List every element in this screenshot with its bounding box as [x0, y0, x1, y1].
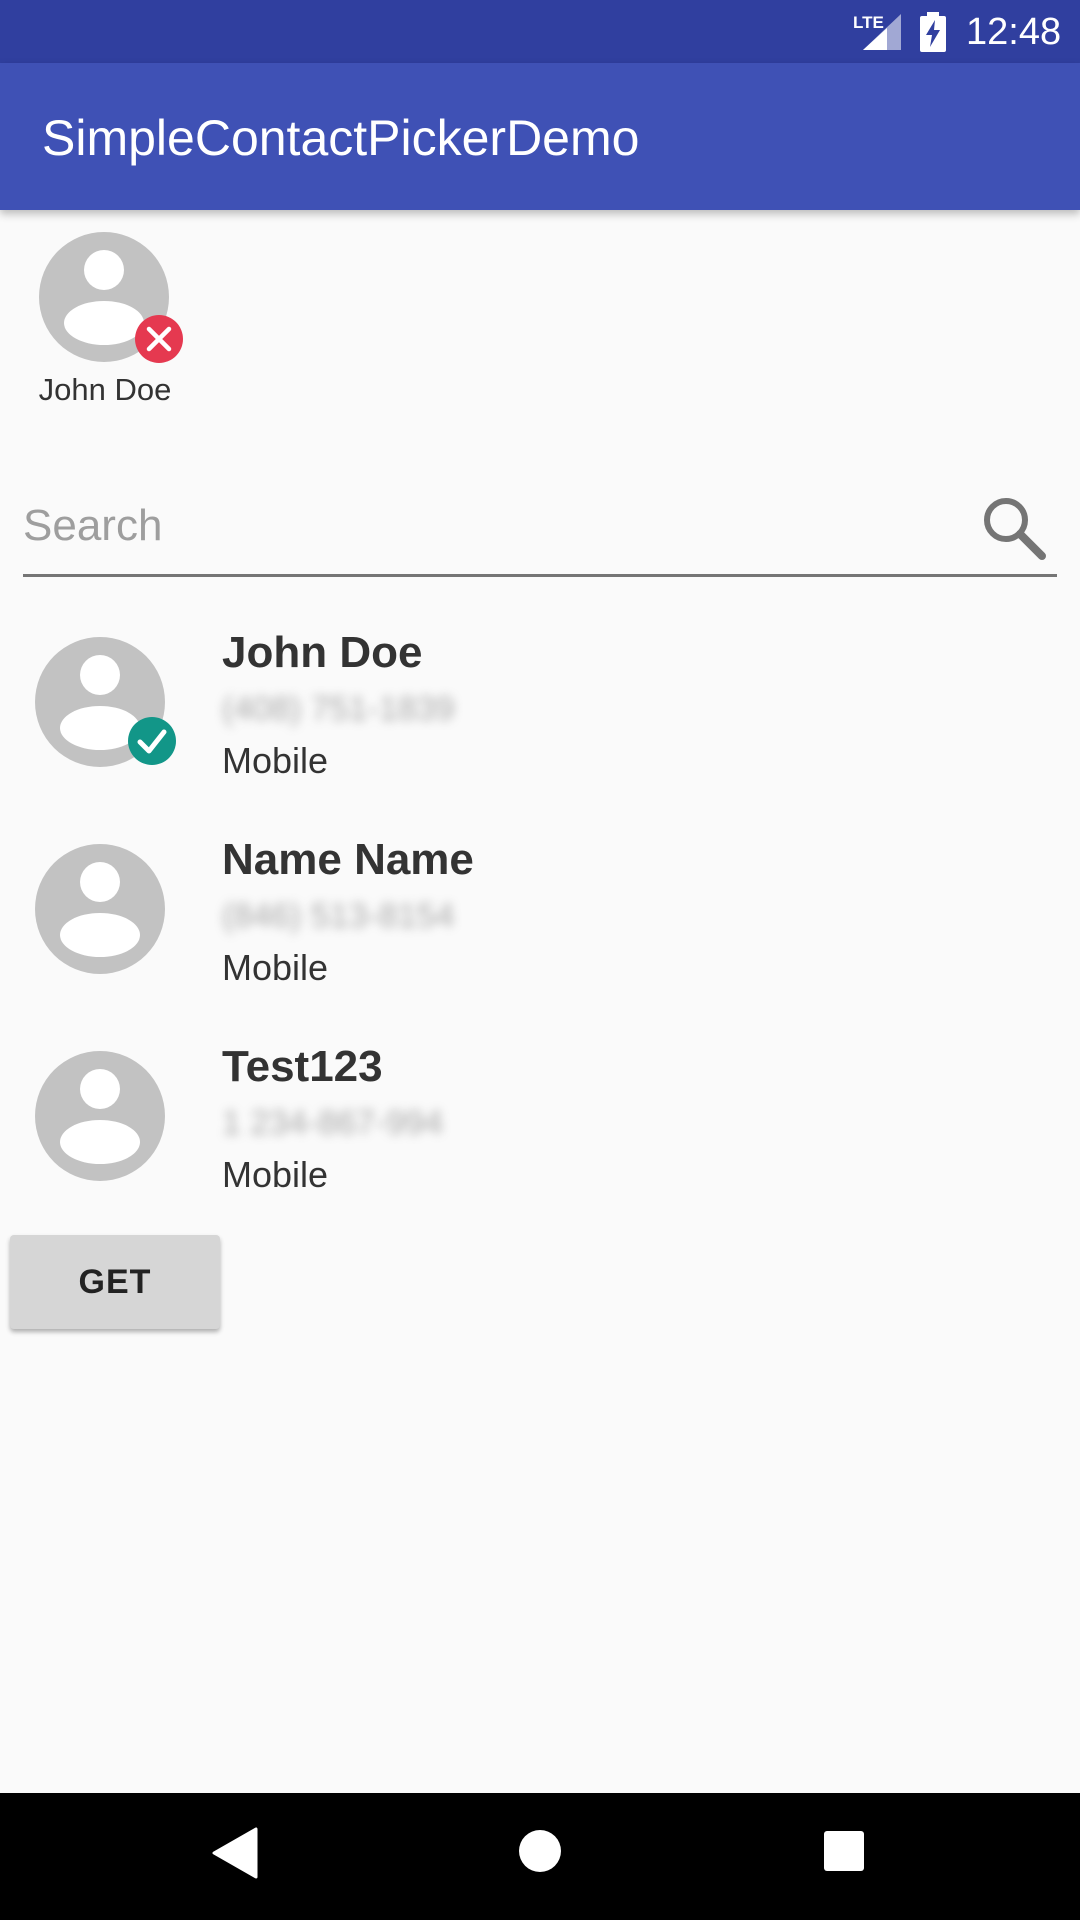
app-bar: SimpleContactPickerDemo	[0, 63, 1080, 210]
contact-phone: (408) 751-1839	[222, 690, 455, 728]
contact-phone-type: Mobile	[222, 947, 329, 988]
avatar	[35, 637, 176, 767]
person-icon	[60, 1069, 140, 1164]
recent-apps-icon[interactable]	[823, 1830, 865, 1872]
contact-phone: (846) 513-8154	[222, 897, 455, 935]
search-input[interactable]	[23, 490, 973, 562]
person-icon	[60, 862, 140, 957]
selected-contact-name: John Doe	[38, 372, 172, 407]
remove-contact-button[interactable]	[134, 314, 184, 364]
contact-phone: 1 234-867-994	[222, 1104, 444, 1142]
status-bar: LTE 12:48	[0, 0, 1080, 63]
back-icon[interactable]	[212, 1827, 258, 1879]
battery-charging-icon	[920, 12, 946, 52]
contact-name: Name Name	[222, 835, 474, 884]
contact-phone-type: Mobile	[222, 1154, 329, 1195]
app-title: SimpleContactPickerDemo	[42, 110, 640, 166]
selected-badge	[127, 716, 177, 766]
remove-icon	[135, 315, 183, 363]
get-button[interactable]: GET	[10, 1235, 220, 1329]
lte-signal-icon: LTE	[853, 13, 901, 50]
contact-name: Test123	[222, 1042, 383, 1091]
navigation-bar	[0, 1793, 1080, 1920]
contact-name: John Doe	[222, 628, 423, 677]
network-type-label: LTE	[853, 13, 884, 32]
contact-phone-type: Mobile	[222, 740, 329, 781]
check-icon	[128, 717, 176, 765]
search-icon[interactable]	[980, 494, 1048, 562]
avatar	[35, 1051, 165, 1181]
avatar	[35, 844, 165, 974]
home-icon[interactable]	[518, 1829, 562, 1873]
avatar	[39, 232, 183, 363]
clock-time: 12:48	[966, 11, 1062, 53]
search-underline	[23, 574, 1057, 577]
